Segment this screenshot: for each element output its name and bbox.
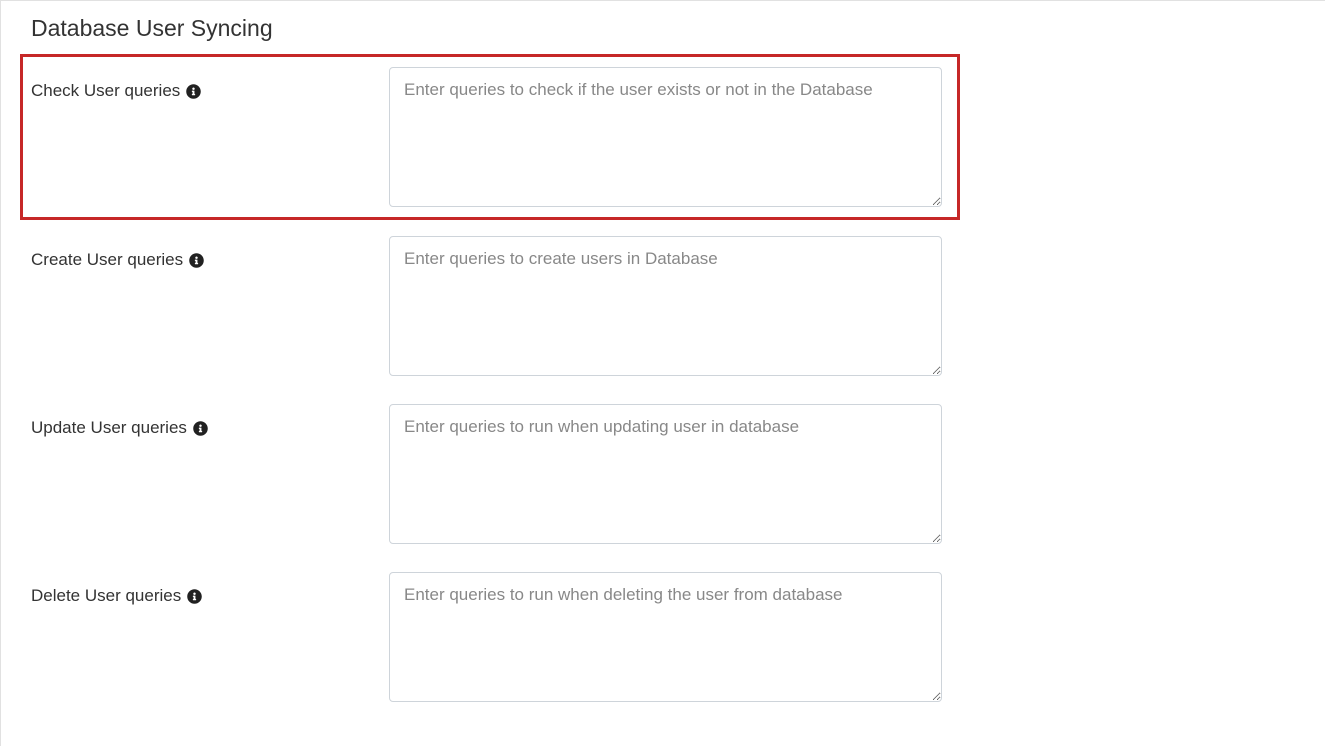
section-title: Database User Syncing: [31, 15, 1309, 42]
delete-user-input[interactable]: [389, 572, 942, 702]
update-user-row: Update User queries: [31, 404, 1309, 544]
create-user-input[interactable]: [389, 236, 942, 376]
check-user-row: Check User queries: [20, 54, 960, 220]
delete-user-label-text: Delete User queries: [31, 586, 181, 606]
delete-user-row: Delete User queries: [31, 572, 1309, 702]
info-icon[interactable]: [189, 253, 204, 268]
update-user-label: Update User queries: [31, 404, 389, 438]
check-user-label: Check User queries: [31, 67, 389, 101]
check-user-label-text: Check User queries: [31, 81, 180, 101]
update-user-label-text: Update User queries: [31, 418, 187, 438]
create-user-row: Create User queries: [31, 236, 1309, 376]
check-user-input[interactable]: [389, 67, 942, 207]
info-icon[interactable]: [187, 589, 202, 604]
info-icon[interactable]: [186, 84, 201, 99]
delete-user-label: Delete User queries: [31, 572, 389, 606]
info-icon[interactable]: [193, 421, 208, 436]
create-user-label-text: Create User queries: [31, 250, 183, 270]
create-user-label: Create User queries: [31, 236, 389, 270]
database-user-syncing-section: Database User Syncing Check User queries…: [0, 0, 1325, 746]
update-user-input[interactable]: [389, 404, 942, 544]
